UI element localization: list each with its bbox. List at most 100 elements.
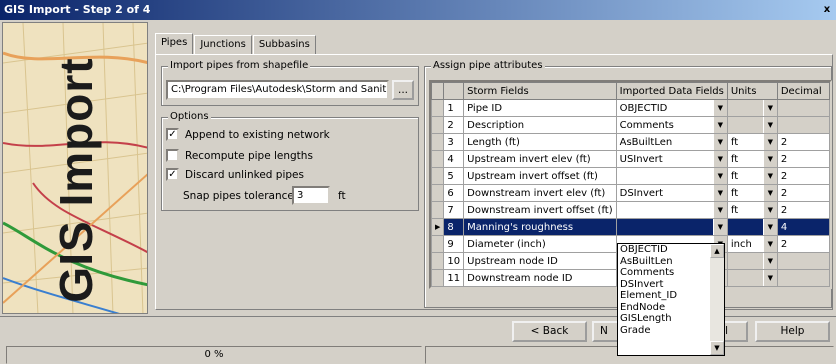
chevron-down-icon[interactable]: ▼ [762,134,777,150]
append-check-box[interactable]: ✓ [166,128,179,141]
chevron-down-icon[interactable]: ▼ [712,168,727,184]
recompute-checkbox[interactable]: Recompute pipe lengths [166,149,313,162]
units-select[interactable]: ft ▼ [726,133,778,151]
decimal-cell[interactable] [776,116,830,134]
units-select[interactable]: ▼ [726,252,778,270]
row-indicator [430,269,445,287]
list-item[interactable]: Element_ID [618,290,724,302]
chevron-down-icon[interactable]: ▼ [712,100,727,116]
imported-field-select[interactable]: DSInvert ▼ [615,184,728,202]
table-row[interactable]: 1 Pipe ID OBJECTID ▼ ▼ [430,99,830,117]
decimal-cell[interactable]: 4 [776,218,830,236]
decimal-cell[interactable]: 2 [776,133,830,151]
table-row[interactable]: ▶ 8 Manning's roughness ▼ ▼ 4 [430,218,830,236]
decimal-cell[interactable] [776,252,830,270]
decimal-cell[interactable] [776,269,830,287]
units-select[interactable]: ▼ [726,116,778,134]
chevron-down-icon[interactable]: ▼ [762,270,777,286]
dropdown-scrollbar[interactable]: ▲ ▼ [710,244,724,355]
chevron-down-icon[interactable]: ▼ [712,219,727,235]
header-units: Units [726,82,778,100]
list-item[interactable]: DSInvert [618,279,724,291]
scroll-down-icon[interactable]: ▼ [710,341,724,355]
table-row[interactable]: 4 Upstream invert elev (ft) USInvert ▼ ft ▼ 2 [430,150,830,168]
table-row[interactable]: 2 Description Comments ▼ ▼ [430,116,830,134]
imported-field-select[interactable]: USInvert ▼ [615,150,728,168]
chevron-down-icon[interactable]: ▼ [762,236,777,252]
chevron-down-icon[interactable]: ▼ [762,202,777,218]
chevron-down-icon[interactable]: ▼ [712,134,727,150]
scroll-up-icon[interactable]: ▲ [710,244,724,258]
chevron-down-icon[interactable]: ▼ [762,219,777,235]
table-row[interactable]: 3 Length (ft) AsBuiltLen ▼ ft ▼ 2 [430,133,830,151]
browse-button[interactable]: ... [392,80,414,100]
table-row[interactable]: 5 Upstream invert offset (ft) ▼ ft ▼ 2 [430,167,830,185]
units-select[interactable]: ▼ [726,99,778,117]
units-select[interactable]: ft ▼ [726,201,778,219]
units-select[interactable]: ft ▼ [726,167,778,185]
chevron-down-icon[interactable]: ▼ [762,117,777,133]
row-number: 9 [443,235,465,253]
list-item[interactable]: Comments [618,267,724,279]
row-number-text: 6 [447,187,454,199]
decimal-cell[interactable] [776,99,830,117]
decimal-cell[interactable]: 2 [776,201,830,219]
snap-tolerance-input[interactable]: 3 [292,186,330,205]
decimal-cell[interactable]: 2 [776,184,830,202]
units-select[interactable]: ft ▼ [726,184,778,202]
decimal-cell[interactable]: 2 [776,167,830,185]
shapefile-path-input[interactable]: C:\Program Files\Autodesk\Storm and Sani… [166,80,389,100]
append-checkbox[interactable]: ✓ Append to existing network [166,128,330,141]
help-button[interactable]: Help [755,321,830,342]
tab-subbasins[interactable]: Subbasins [252,35,316,54]
chevron-down-icon[interactable]: ▼ [712,117,727,133]
table-row[interactable]: 6 Downstream invert elev (ft) DSInvert ▼ ft ▼… [430,184,830,202]
units-select[interactable]: ft ▼ [726,150,778,168]
units-select[interactable]: ▼ [726,218,778,236]
imported-field-select[interactable]: OBJECTID ▼ [615,99,728,117]
list-item[interactable]: Grade [618,325,724,337]
progress-text: 0 % [204,349,224,360]
decimal-cell[interactable]: 2 [776,150,830,168]
decimal-cell-text: 2 [780,238,788,250]
list-item[interactable]: GISLength [618,313,724,325]
imported-field-select[interactable]: AsBuiltLen ▼ [615,133,728,151]
imported-field-select[interactable]: ▼ [615,201,728,219]
row-number-text: 3 [447,136,454,148]
storm-field-cell-text: Upstream invert elev (ft) [467,153,591,165]
discard-label: Discard unlinked pipes [185,168,304,181]
chevron-down-icon[interactable]: ▼ [712,185,727,201]
units-select[interactable]: inch ▼ [726,235,778,253]
chevron-down-icon[interactable]: ▼ [712,202,727,218]
imported-field-dropdown-list[interactable]: OBJECTID AsBuiltLen Comments DSInvert Elemen… [617,243,725,356]
decimal-cell[interactable]: 2 [776,235,830,253]
imported-field-select[interactable]: Comments ▼ [615,116,728,134]
storm-field-cell: Diameter (inch) [463,235,617,253]
back-button[interactable]: < Back [512,321,587,342]
chevron-down-icon[interactable]: ▼ [712,151,727,167]
table-row[interactable]: 7 Downstream invert offset (ft) ▼ ft ▼ 2 [430,201,830,219]
chevron-down-icon[interactable]: ▼ [762,100,777,116]
storm-field-cell: Pipe ID [463,99,617,117]
chevron-down-icon[interactable]: ▼ [762,168,777,184]
discard-checkbox[interactable]: ✓ Discard unlinked pipes [166,168,304,181]
units-select[interactable]: ▼ [726,269,778,287]
tab-junctions[interactable]: Junctions [194,35,252,54]
imported-field-select[interactable]: ▼ [615,167,728,185]
grid-corner [430,82,445,100]
close-icon[interactable]: x [820,3,834,16]
row-number: 11 [443,269,465,287]
tab-pipes[interactable]: Pipes [155,33,194,54]
list-item[interactable]: EndNode [618,302,724,314]
decimal-cell-text: 2 [780,170,788,182]
discard-check-box[interactable]: ✓ [166,168,179,181]
chevron-down-icon[interactable]: ▼ [762,253,777,269]
row-indicator [430,252,445,270]
chevron-down-icon[interactable]: ▼ [762,185,777,201]
list-item[interactable]: AsBuiltLen [618,256,724,268]
imported-field-select[interactable]: ▼ [615,218,728,236]
list-item[interactable]: OBJECTID [618,244,724,256]
recompute-check-box[interactable] [166,149,179,162]
chevron-down-icon[interactable]: ▼ [762,151,777,167]
row-number-text: 4 [447,153,454,165]
